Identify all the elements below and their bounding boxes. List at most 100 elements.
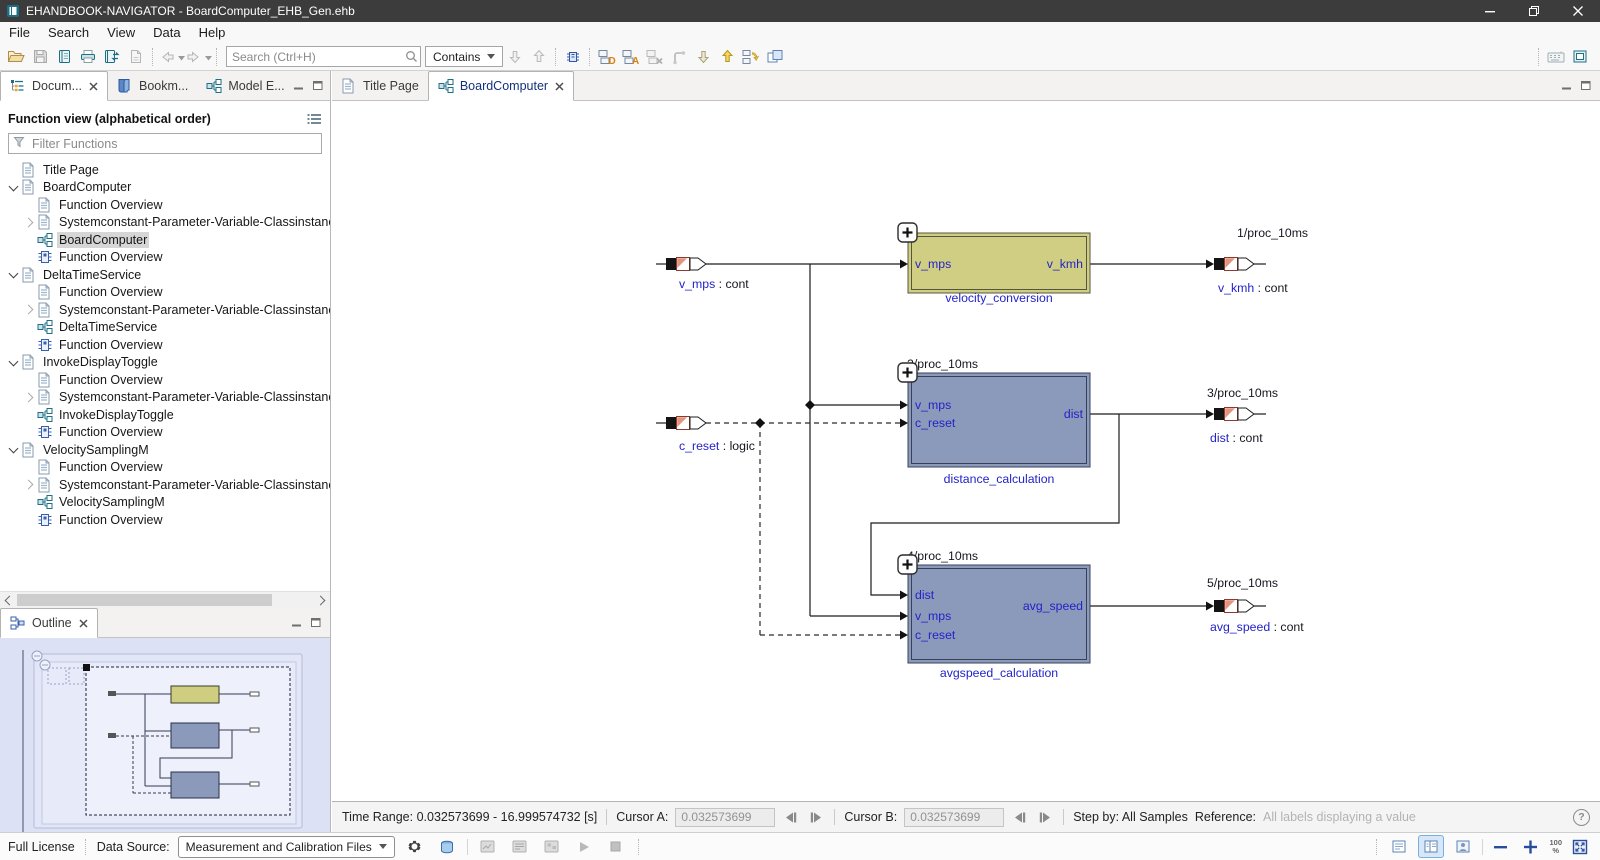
maximize-view-icon[interactable] — [1581, 81, 1591, 90]
chevron-down-icon[interactable] — [6, 355, 21, 370]
cursor-b-input[interactable] — [904, 808, 1004, 827]
tab-boardcomputer[interactable]: BoardComputer — [428, 71, 574, 101]
tree-item[interactable]: BoardComputer — [0, 231, 330, 249]
tab-bookmarks[interactable]: Bookm... — [108, 71, 197, 100]
open-handbook-button[interactable] — [52, 45, 76, 69]
tree-item[interactable]: Function Overview — [0, 371, 330, 389]
cursor-a-step-forward-button[interactable] — [807, 812, 825, 823]
menu-data[interactable]: Data — [144, 24, 189, 41]
search-next-button[interactable] — [503, 45, 527, 69]
filter-functions-input[interactable] — [30, 136, 317, 152]
tree-item[interactable]: VelocitySamplingM — [0, 494, 330, 512]
forward-history-caret[interactable] — [205, 48, 212, 66]
export-pdf-button[interactable] — [124, 45, 148, 69]
cursor-a-step-back-button[interactable] — [782, 812, 800, 823]
new-window-button[interactable] — [763, 45, 787, 69]
presentation-view-button[interactable] — [1450, 835, 1476, 858]
tree-item[interactable]: Function Overview — [0, 249, 330, 267]
cursor-a-input[interactable] — [675, 808, 775, 827]
menu-search[interactable]: Search — [39, 24, 98, 41]
maximize-view-icon[interactable] — [313, 81, 323, 90]
tree-item[interactable]: Function Overview — [0, 196, 330, 214]
chevron-right-icon[interactable] — [22, 390, 37, 405]
back-history-caret[interactable] — [178, 48, 185, 66]
split-view-button[interactable] — [1418, 835, 1444, 858]
show-measurement-icon[interactable] — [476, 835, 500, 859]
window-layout-button[interactable] — [1568, 45, 1592, 69]
block-distance-calculation[interactable]: 2/proc_10ms v_mps c_reset dist distance_… — [907, 357, 1090, 486]
menu-file[interactable]: File — [0, 24, 39, 41]
block-velocity-conversion[interactable]: v_mps v_kmh velocity_conversion — [908, 233, 1090, 305]
navigate-forward-button[interactable] — [185, 45, 203, 69]
import-export-button[interactable] — [100, 45, 124, 69]
output-port-v-kmh[interactable]: 1/proc_10ms v_kmh : cont — [1214, 226, 1308, 295]
show-data-labels-button[interactable]: D — [595, 45, 619, 69]
close-button[interactable] — [1556, 0, 1600, 22]
connect-signal-button[interactable] — [667, 45, 691, 69]
close-icon[interactable] — [79, 619, 88, 628]
single-page-view-button[interactable] — [1386, 835, 1412, 858]
zoom-100-button[interactable]: 100% — [1549, 839, 1562, 855]
search-mode-dropdown[interactable]: Contains — [425, 46, 503, 67]
minimize-view-icon[interactable] — [1562, 81, 1572, 90]
step-out-button[interactable] — [715, 45, 739, 69]
print-button[interactable] — [76, 45, 100, 69]
open-file-button[interactable] — [4, 45, 28, 69]
scrollbar-thumb[interactable] — [17, 594, 272, 606]
tree-item[interactable]: Function Overview — [0, 424, 330, 442]
tree-item[interactable]: Systemconstant-Parameter-Variable-Classi… — [0, 389, 330, 407]
goto-model-element-button[interactable] — [561, 45, 585, 69]
navigate-back-button[interactable] — [158, 45, 176, 69]
restore-button[interactable] — [1512, 0, 1556, 22]
hide-labels-button[interactable] — [643, 45, 667, 69]
tree-item[interactable]: BoardComputer — [0, 179, 330, 197]
menu-view[interactable]: View — [98, 24, 144, 41]
chevron-right-icon[interactable] — [22, 302, 37, 317]
help-icon[interactable]: ? — [1573, 809, 1590, 826]
expand-block-button[interactable] — [898, 555, 917, 574]
tree-item[interactable]: Systemconstant-Parameter-Variable-Classi… — [0, 476, 330, 494]
save-button[interactable] — [28, 45, 52, 69]
search-previous-button[interactable] — [527, 45, 551, 69]
database-icon[interactable] — [435, 835, 459, 859]
chevron-right-icon[interactable] — [22, 477, 37, 492]
diagram-canvas[interactable]: v_mps : cont c_reset : logic v_mps v_kmh — [332, 101, 1600, 801]
show-experiment-icon[interactable] — [540, 835, 564, 859]
cursor-b-step-forward-button[interactable] — [1036, 812, 1054, 823]
search-input[interactable] — [226, 46, 421, 67]
chevron-right-icon[interactable] — [22, 215, 37, 230]
stop-measurement-icon[interactable] — [604, 835, 628, 859]
fit-to-screen-button[interactable] — [1568, 835, 1592, 859]
close-icon[interactable] — [555, 82, 564, 91]
minimize-view-icon[interactable] — [294, 81, 304, 90]
minimize-view-icon[interactable] — [292, 618, 302, 627]
play-measurement-icon[interactable] — [572, 835, 596, 859]
zoom-in-button[interactable] — [1519, 835, 1543, 859]
block-avgspeed-calculation[interactable]: 4/proc_10ms dist v_mps c_reset avg_speed… — [907, 549, 1090, 680]
output-port-avg-speed[interactable]: 5/proc_10ms avg_speed : cont — [1207, 576, 1304, 634]
chevron-down-icon[interactable] — [6, 267, 21, 282]
tab-documents[interactable]: Docum... — [0, 71, 108, 101]
expand-block-button[interactable] — [898, 363, 917, 382]
tree-item[interactable]: Function Overview — [0, 459, 330, 477]
show-calibration-icon[interactable] — [508, 835, 532, 859]
data-source-dropdown[interactable]: Measurement and Calibration Files — [178, 836, 395, 858]
show-all-labels-button[interactable]: A — [619, 45, 643, 69]
tree-item[interactable]: Systemconstant-Parameter-Variable-Classi… — [0, 301, 330, 319]
tree-item[interactable]: Function Overview — [0, 511, 330, 529]
close-icon[interactable] — [89, 82, 98, 91]
scroll-left-icon[interactable] — [0, 592, 16, 608]
horizontal-scrollbar[interactable] — [0, 591, 330, 608]
keyboard-shortcuts-button[interactable] — [1544, 45, 1568, 69]
tree-item[interactable]: Function Overview — [0, 336, 330, 354]
menu-help[interactable]: Help — [190, 24, 235, 41]
input-port-v-mps[interactable]: v_mps : cont — [656, 258, 749, 292]
tree-item[interactable]: DeltaTimeService — [0, 266, 330, 284]
scroll-right-icon[interactable] — [314, 592, 330, 608]
step-into-button[interactable] — [691, 45, 715, 69]
zoom-out-button[interactable] — [1489, 835, 1513, 859]
output-port-dist[interactable]: 3/proc_10ms dist : cont — [1207, 386, 1278, 445]
tree-item[interactable]: Function Overview — [0, 284, 330, 302]
tab-title-page[interactable]: Title Page — [332, 71, 428, 100]
cursor-b-step-back-button[interactable] — [1011, 812, 1029, 823]
